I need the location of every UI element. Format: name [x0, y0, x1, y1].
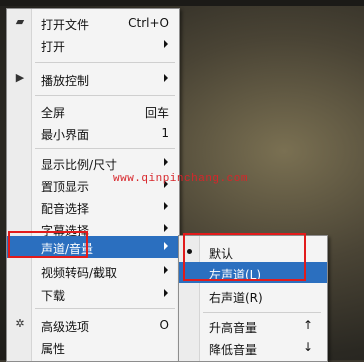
submenu-item-right-channel[interactable]: 右声道(R): [179, 285, 327, 306]
watermark-text: www.qinpinchang.com: [113, 173, 248, 185]
submenu-arrow-icon: [164, 202, 168, 210]
submenu-item-label: 右声道(R): [209, 291, 263, 305]
submenu-arrow-icon: [164, 289, 168, 297]
menu-item-label: 高级选项: [41, 320, 90, 334]
annotation-box-channel-volume: [8, 231, 88, 258]
menu-item-dub-select[interactable]: 配音选择: [7, 196, 179, 218]
gear-icon: ✲: [15, 317, 25, 330]
menu-item-video-transcode[interactable]: 视频转码/截取: [7, 260, 179, 282]
submenu-item-volume-down[interactable]: 降低音量 ↓: [179, 337, 327, 358]
menu-item-properties[interactable]: 属性: [7, 336, 179, 358]
down-arrow-icon: ↓: [302, 340, 313, 354]
menu-item-label: 配音选择: [41, 202, 90, 216]
menu-item-mini-interface[interactable]: 最小界面 1: [7, 122, 179, 144]
up-arrow-icon: ↑: [302, 318, 313, 332]
menu-item-shortcut: 回车: [144, 106, 169, 120]
menu-item-label: 全屏: [41, 106, 66, 120]
menu-item-download[interactable]: 下载: [7, 283, 179, 305]
menu-item-fullscreen[interactable]: 全屏 回车: [7, 100, 179, 122]
menu-item-label: 下载: [41, 289, 66, 303]
menu-separator: [35, 308, 175, 309]
menu-item-label: 最小界面: [41, 128, 90, 142]
menu-item-label: 视频转码/截取: [41, 266, 118, 280]
submenu-arrow-icon: [164, 158, 168, 166]
menu-item-open[interactable]: 打开: [7, 34, 179, 56]
menu-item-shortcut: Ctrl+O: [128, 16, 169, 30]
menu-item-label: 显示比例/尺寸: [41, 158, 118, 172]
menu-item-open-file[interactable]: ▰ 打开文件 Ctrl+O: [7, 12, 179, 34]
folder-icon: ▰: [15, 15, 25, 28]
menu-item-aspect-ratio[interactable]: 显示比例/尺寸: [7, 152, 179, 174]
submenu-arrow-icon: [164, 242, 168, 250]
submenu-item-volume-up[interactable]: 升高音量 ↑: [179, 315, 327, 336]
submenu-arrow-icon: [164, 74, 168, 82]
menu-item-advanced-options[interactable]: ✲ 高级选项 O: [7, 314, 179, 336]
menu-item-label: 置顶显示: [41, 180, 90, 194]
submenu-arrow-icon: [164, 266, 168, 274]
menu-item-label: 属性: [41, 342, 66, 356]
play-icon: ▶: [15, 71, 25, 84]
menu-separator: [35, 95, 175, 96]
menu-item-playback-control[interactable]: ▶ 播放控制: [7, 68, 179, 90]
menu-item-label: 打开: [41, 40, 66, 54]
submenu-separator: [203, 312, 321, 313]
video-top-strip: [0, 0, 364, 6]
submenu-item-label: 升高音量: [209, 321, 258, 335]
menu-item-shortcut: 1: [161, 126, 169, 140]
submenu-item-label: 降低音量: [209, 343, 258, 357]
menu-item-shortcut: O: [159, 318, 169, 332]
menu-item-label: 播放控制: [41, 74, 90, 88]
context-menu: ▰ 打开文件 Ctrl+O 打开 ▶ 播放控制 全屏 回车 最小界面 1 显示比…: [6, 8, 180, 362]
submenu-arrow-icon: [164, 40, 168, 48]
submenu-arrow-icon: [164, 224, 168, 232]
annotation-box-channel-options: [183, 233, 306, 281]
menu-item-label: 打开文件: [41, 18, 90, 32]
menu-separator: [35, 62, 175, 63]
menu-separator: [35, 148, 175, 149]
